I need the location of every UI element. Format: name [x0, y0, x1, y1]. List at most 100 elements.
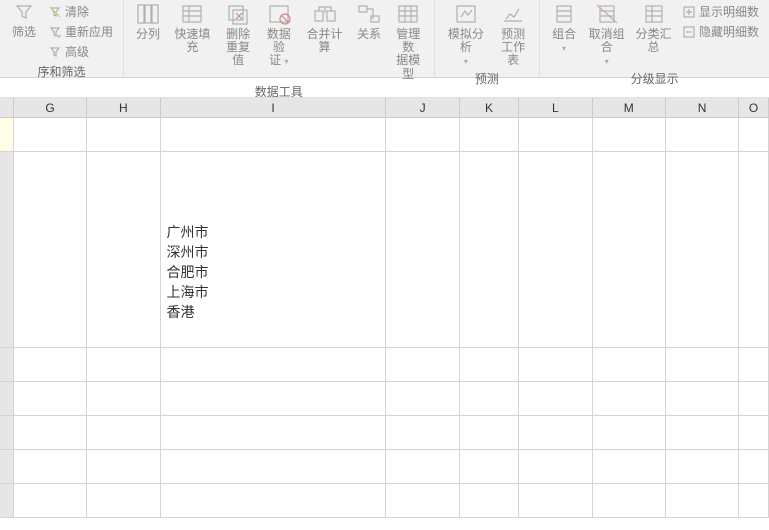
cell[interactable] — [14, 416, 87, 450]
cell[interactable] — [519, 416, 592, 450]
cell[interactable] — [739, 382, 769, 416]
cell[interactable] — [519, 382, 592, 416]
cell[interactable] — [666, 118, 739, 152]
cell[interactable] — [460, 152, 519, 348]
cell[interactable] — [739, 484, 769, 518]
cell[interactable] — [161, 382, 387, 416]
cell[interactable] — [519, 152, 592, 348]
subtotal-button[interactable]: 分类汇总 — [631, 0, 676, 54]
cell[interactable] — [666, 450, 739, 484]
col-head-L[interactable]: L — [519, 98, 592, 117]
cell[interactable] — [14, 382, 87, 416]
cell[interactable] — [739, 152, 769, 348]
cell[interactable] — [386, 348, 459, 382]
col-head-I[interactable]: I — [161, 98, 387, 117]
cell[interactable] — [460, 416, 519, 450]
advanced-icon — [48, 45, 62, 59]
col-head-O[interactable]: O — [739, 98, 769, 117]
cell[interactable] — [460, 348, 519, 382]
cell[interactable] — [161, 484, 387, 518]
cell[interactable] — [386, 484, 459, 518]
cell[interactable] — [593, 348, 666, 382]
cell[interactable] — [666, 382, 739, 416]
cell[interactable] — [666, 416, 739, 450]
cell[interactable] — [460, 382, 519, 416]
cell[interactable] — [460, 450, 519, 484]
col-head-K[interactable]: K — [460, 98, 519, 117]
cell[interactable] — [14, 118, 87, 152]
cell[interactable] — [87, 118, 160, 152]
cell[interactable] — [161, 450, 387, 484]
cell[interactable] — [519, 118, 592, 152]
cell[interactable] — [14, 484, 87, 518]
cell[interactable] — [87, 450, 160, 484]
cell[interactable] — [161, 348, 387, 382]
cell[interactable] — [593, 118, 666, 152]
row-head[interactable] — [0, 152, 14, 348]
cell[interactable] — [666, 484, 739, 518]
col-head-J[interactable]: J — [386, 98, 459, 117]
consolidate-button[interactable]: 合并计算 — [300, 0, 349, 54]
cell-I2[interactable]: 广州市 深州市 合肥市 上海市 香港 — [161, 152, 387, 348]
cell[interactable] — [14, 152, 87, 348]
cell[interactable] — [87, 484, 160, 518]
cell[interactable] — [14, 450, 87, 484]
hide-detail-button[interactable]: 隐藏明细数 — [678, 22, 763, 41]
cell[interactable] — [593, 382, 666, 416]
cell[interactable] — [739, 450, 769, 484]
show-detail-button[interactable]: 显示明细数 — [678, 2, 763, 21]
cell[interactable] — [87, 152, 160, 348]
text-to-columns-button[interactable]: 分列 — [130, 0, 166, 41]
relationships-button[interactable]: 关系 — [351, 0, 387, 41]
row-head[interactable] — [0, 450, 14, 484]
minus-icon — [682, 25, 696, 39]
clear-button[interactable]: 清除 — [44, 2, 117, 21]
col-head-N[interactable]: N — [666, 98, 739, 117]
col-head-M[interactable]: M — [593, 98, 666, 117]
cell[interactable] — [739, 416, 769, 450]
cell[interactable] — [386, 416, 459, 450]
cell[interactable] — [593, 416, 666, 450]
ungroup-button[interactable]: 取消组合▾ — [584, 0, 629, 68]
advanced-button[interactable]: 高级 — [44, 42, 117, 61]
reapply-button[interactable]: 重新应用 — [44, 22, 117, 41]
cell[interactable] — [593, 450, 666, 484]
cell[interactable] — [386, 152, 459, 348]
cell[interactable] — [87, 382, 160, 416]
filter-button[interactable]: 筛选 — [6, 0, 42, 39]
cell[interactable] — [161, 416, 387, 450]
col-head-G[interactable]: G — [14, 98, 87, 117]
remove-duplicates-button[interactable]: 删除重复值 — [219, 0, 258, 68]
row-head[interactable] — [0, 484, 14, 518]
cell[interactable] — [386, 118, 459, 152]
cell[interactable] — [87, 348, 160, 382]
whatif-button[interactable]: 模拟分析▾ — [441, 0, 492, 68]
cell[interactable] — [739, 348, 769, 382]
row-head[interactable] — [0, 382, 14, 416]
group-rows-button[interactable]: 组合▾ — [546, 0, 582, 54]
forecast-sheet-button[interactable]: 预测工作表 — [493, 0, 533, 68]
data-validation-button[interactable]: 数据验证 ▾ — [260, 0, 299, 68]
row-head[interactable] — [0, 348, 14, 382]
cell[interactable] — [666, 348, 739, 382]
cell[interactable] — [666, 152, 739, 348]
flash-fill-button[interactable]: 快速填充 — [168, 0, 217, 54]
cell[interactable] — [87, 416, 160, 450]
cell[interactable] — [519, 450, 592, 484]
row-head[interactable] — [0, 416, 14, 450]
cell[interactable] — [386, 382, 459, 416]
cell[interactable] — [739, 118, 769, 152]
cell[interactable] — [460, 484, 519, 518]
cell[interactable] — [161, 118, 387, 152]
active-cell-edge[interactable] — [0, 118, 14, 152]
cell[interactable] — [519, 348, 592, 382]
cell[interactable] — [460, 118, 519, 152]
cell[interactable] — [14, 348, 87, 382]
cell[interactable] — [593, 152, 666, 348]
col-head-H[interactable]: H — [87, 98, 160, 117]
manage-model-button[interactable]: 管理数据模型 — [389, 0, 428, 81]
cell[interactable] — [593, 484, 666, 518]
clear-icon — [48, 5, 62, 19]
cell[interactable] — [386, 450, 459, 484]
cell[interactable] — [519, 484, 592, 518]
